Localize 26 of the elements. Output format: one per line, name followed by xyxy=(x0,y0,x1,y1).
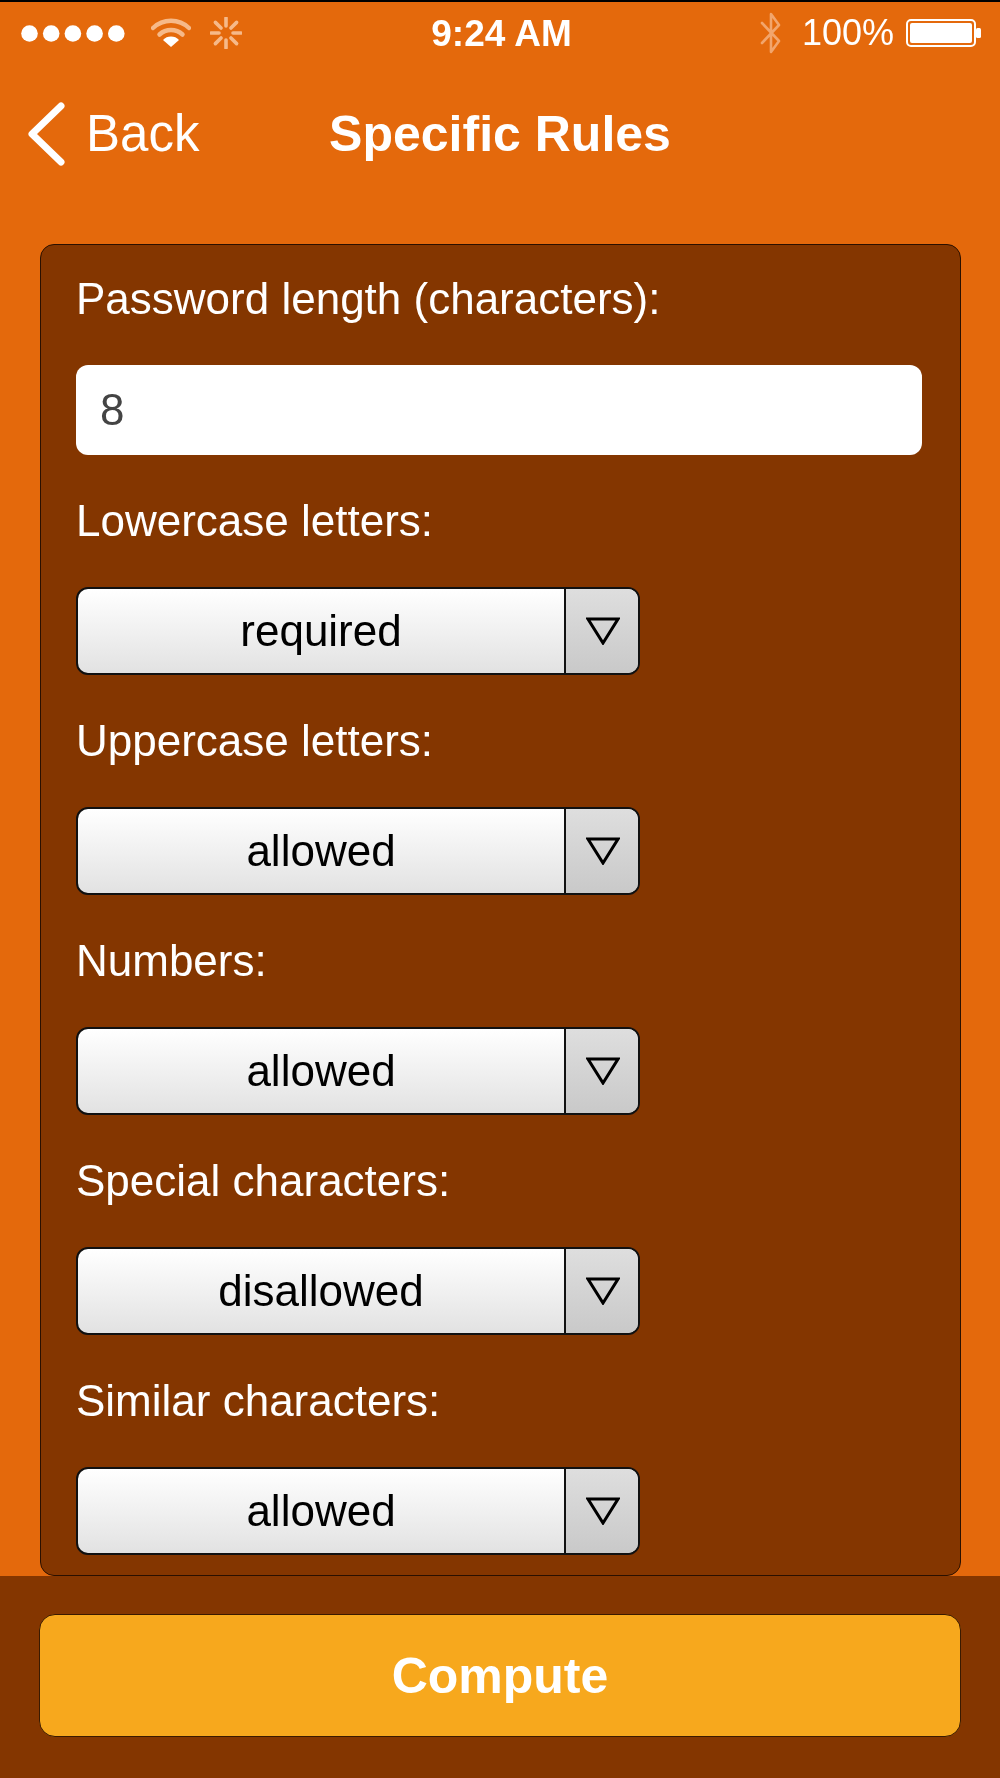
screen-title: Specific Rules xyxy=(329,106,671,162)
field-label: Uppercase letters: xyxy=(76,715,434,767)
input-field[interactable]: 8 xyxy=(76,365,922,455)
dropdown[interactable]: required xyxy=(76,587,640,675)
dropdown[interactable]: allowed xyxy=(76,1027,640,1115)
field-label: Lowercase letters: xyxy=(76,495,434,547)
field-label: Similar characters: xyxy=(76,1375,441,1427)
triangle-down-icon xyxy=(586,1277,620,1305)
field-label: Numbers: xyxy=(76,935,267,987)
triangle-down-icon xyxy=(586,1497,620,1525)
triangle-down-icon xyxy=(586,1057,620,1085)
field-label: Special characters: xyxy=(76,1155,451,1207)
status-time: 9:24 AM xyxy=(431,14,572,52)
dropdown[interactable]: allowed xyxy=(76,807,640,895)
field-label: Password length (characters): xyxy=(76,273,661,325)
battery-icon xyxy=(906,19,982,47)
triangle-down-icon xyxy=(586,837,620,865)
dropdown[interactable]: disallowed xyxy=(76,1247,640,1335)
battery-percentage: 100% xyxy=(801,15,894,51)
bluetooth-icon xyxy=(759,11,782,55)
triangle-down-icon xyxy=(586,617,620,645)
activity-spinner-icon xyxy=(210,17,242,49)
dropdown[interactable]: allowed xyxy=(76,1467,640,1555)
chevron-left-icon xyxy=(26,101,66,167)
signal-strength-icon xyxy=(21,24,125,42)
wifi-icon xyxy=(151,18,191,48)
